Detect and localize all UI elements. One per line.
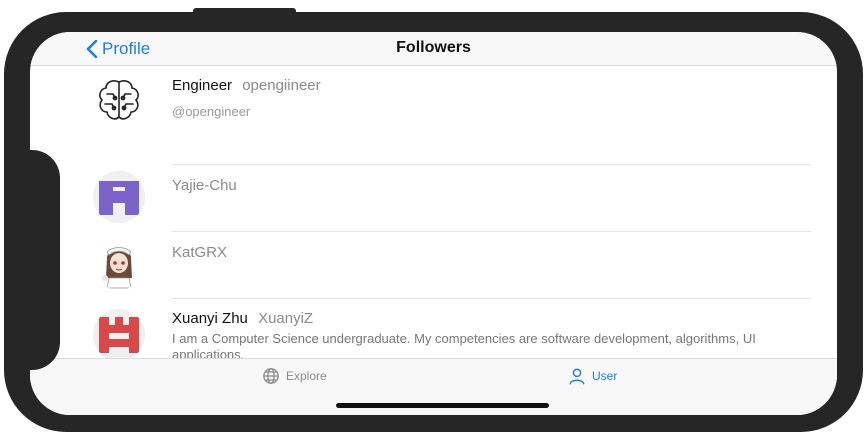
list-item[interactable]: Xuanyi Zhu XuanyiZ I am a Computer Scien… xyxy=(30,299,837,358)
identicon-purple xyxy=(93,171,145,223)
page-title: Followers xyxy=(396,39,471,56)
device-button xyxy=(193,8,296,22)
tab-user-label: User xyxy=(592,369,618,383)
follower-login: Yajie-Chu xyxy=(172,177,237,194)
identicon-red xyxy=(93,309,145,358)
follower-login: KatGRX xyxy=(172,244,228,261)
list-item[interactable]: Yajie-Chu xyxy=(30,165,837,231)
follower-login: opengiineer xyxy=(242,77,321,94)
avatar xyxy=(93,238,145,290)
tab-bar: Explore User xyxy=(30,358,837,415)
tab-explore[interactable]: Explore xyxy=(262,367,327,385)
follower-name: Xuanyi Zhu xyxy=(172,310,248,327)
navigation-bar: Profile Followers xyxy=(30,32,837,66)
tab-user[interactable]: User xyxy=(568,367,617,385)
avatar xyxy=(93,309,145,358)
app-screen: Profile Followers Engineer opengiineer @… xyxy=(30,32,837,415)
follower-bio: I am a Computer Science undergraduate. M… xyxy=(172,331,756,358)
anime-girl-icon xyxy=(93,238,145,290)
globe-icon xyxy=(263,368,279,384)
list-item[interactable]: KatGRX xyxy=(30,232,837,298)
follower-name: Engineer xyxy=(172,77,233,94)
device-notch xyxy=(30,150,60,370)
follower-handle: @opengineer xyxy=(172,104,251,119)
followers-list: Engineer opengiineer @opengineer Yajie-C… xyxy=(30,67,837,358)
tab-explore-label: Explore xyxy=(286,369,327,383)
home-indicator[interactable] xyxy=(336,403,549,408)
avatar xyxy=(93,74,145,126)
person-icon xyxy=(569,368,585,385)
avatar xyxy=(93,171,145,223)
brain-icon xyxy=(99,80,139,120)
list-item[interactable]: Engineer opengiineer @opengineer xyxy=(30,67,837,133)
follower-login: XuanyiZ xyxy=(258,310,314,327)
